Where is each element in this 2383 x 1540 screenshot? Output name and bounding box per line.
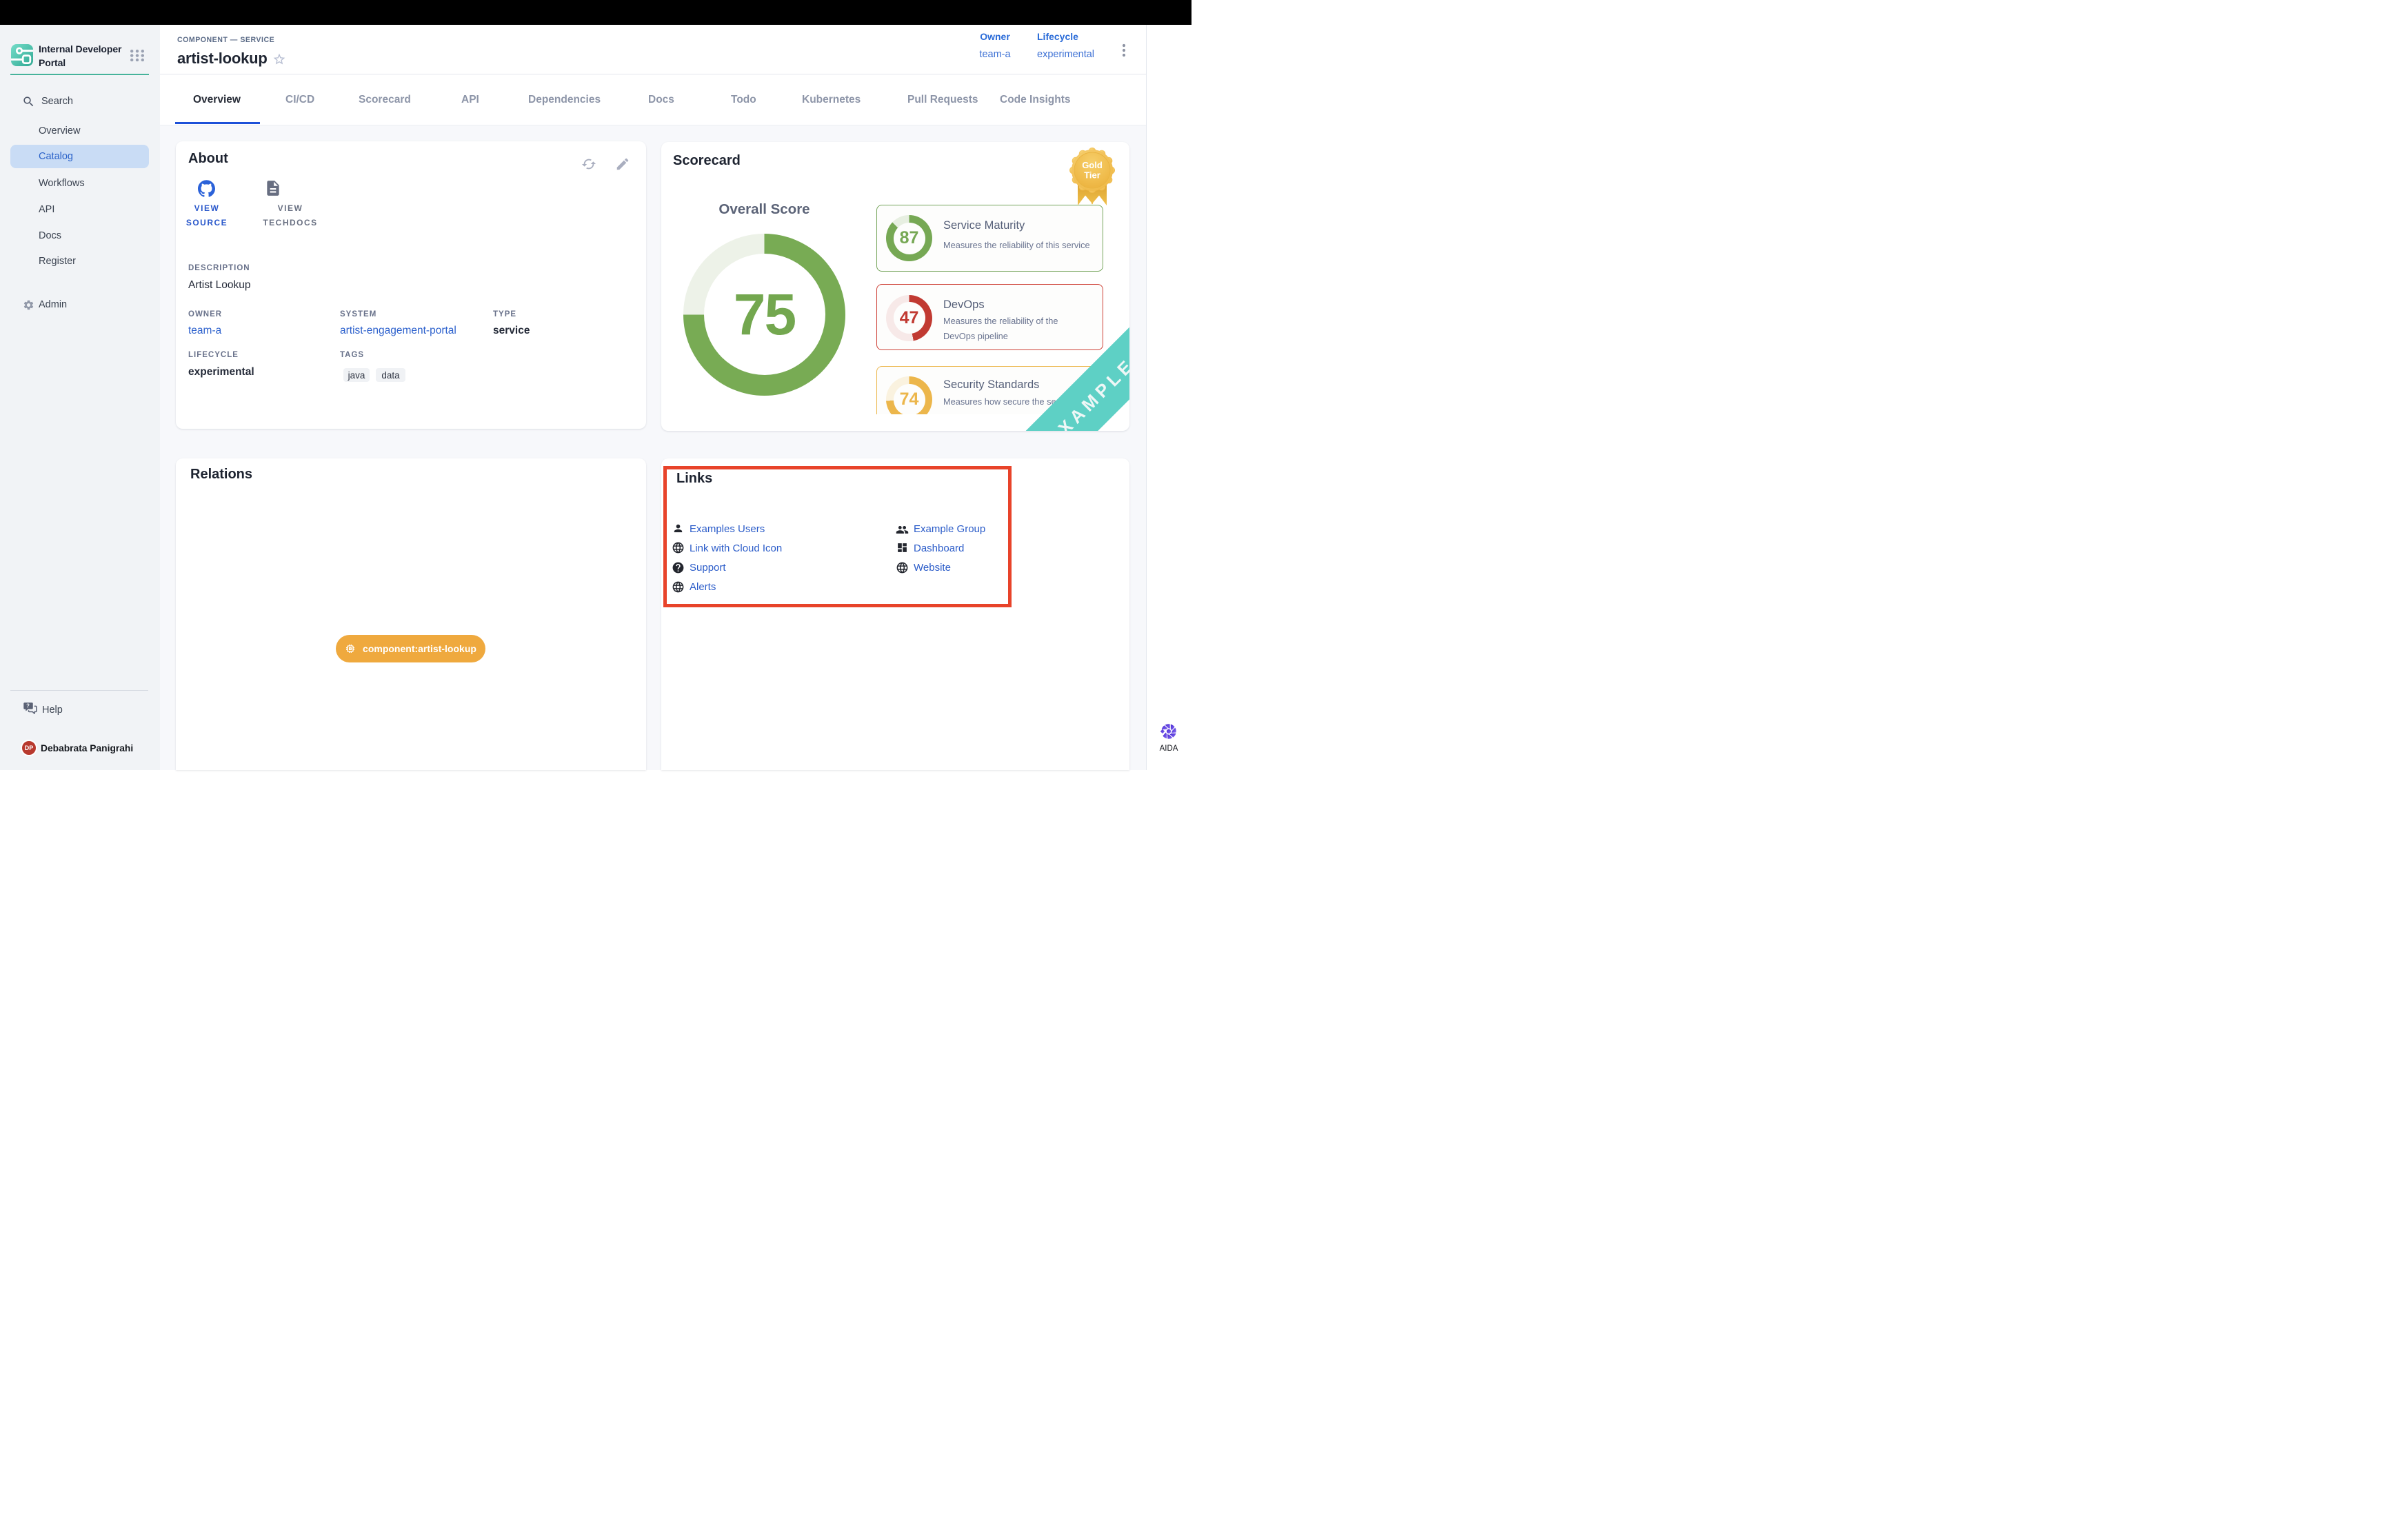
svg-text:Gold: Gold [1082, 160, 1103, 170]
svg-text:Tier: Tier [1084, 170, 1100, 181]
